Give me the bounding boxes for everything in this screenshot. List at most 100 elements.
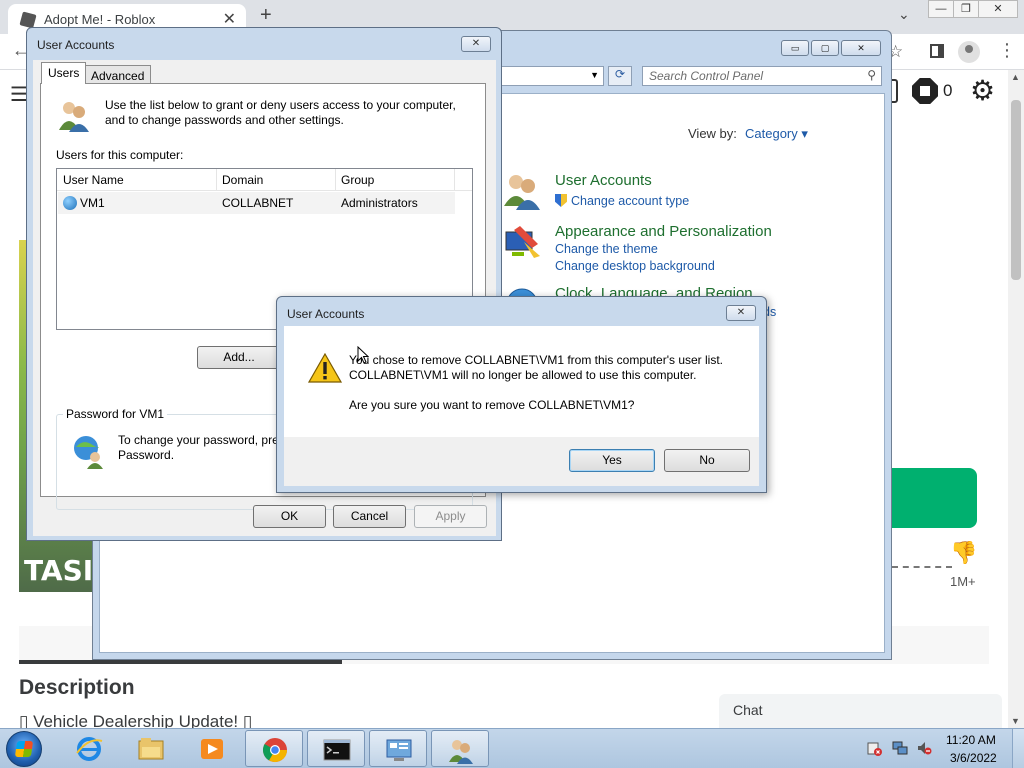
view-by-dropdown[interactable]: Category ▾ <box>745 126 808 142</box>
mouse-cursor-icon <box>357 346 369 364</box>
taskbar-chrome[interactable] <box>245 730 303 767</box>
side-panel-icon[interactable] <box>930 44 944 58</box>
robux-count[interactable]: 0 <box>943 81 952 101</box>
chat-panel[interactable]: Chat <box>719 694 1002 730</box>
control-panel-window-buttons: ▭ ▢ ✕ <box>779 40 881 56</box>
folder-icon <box>138 738 164 760</box>
view-by-label: View by: <box>688 126 737 141</box>
maximize-button[interactable]: ▢ <box>811 40 839 56</box>
link-change-theme[interactable]: Change the theme <box>555 242 658 256</box>
tray-network-icon[interactable] <box>892 740 908 756</box>
show-desktop-button[interactable] <box>1012 729 1024 768</box>
clock-time[interactable]: 11:20 AM <box>946 733 996 747</box>
clock-date[interactable]: 3/6/2022 <box>950 751 997 765</box>
dislike-icon[interactable]: 👎 <box>950 540 977 566</box>
taskbar-control-panel[interactable] <box>369 730 427 767</box>
password-instructions: To change your password, pre Password. <box>118 433 279 462</box>
link-change-account-type[interactable]: Change account type <box>555 194 689 208</box>
link-change-desktop-background[interactable]: Change desktop background <box>555 259 715 273</box>
intro-text: Use the list below to grant or deny user… <box>105 98 456 127</box>
scroll-down-arrow-icon[interactable]: ▼ <box>1011 716 1020 726</box>
users-icon <box>59 102 89 132</box>
category-user-accounts[interactable]: User Accounts <box>555 172 652 189</box>
page-scrollbar[interactable]: ▲ ▼ <box>1008 70 1024 728</box>
confirm-message-line-1: You chose to remove COLLABNET\VM1 from t… <box>349 353 723 367</box>
search-input[interactable]: Search Control Panel ⚲ <box>642 66 882 86</box>
confirm-remove-dialog: User Accounts ✕ You chose to remove COLL… <box>276 296 767 493</box>
password-group-label: Password for VM1 <box>63 407 168 421</box>
browser-close-button[interactable]: ✕ <box>978 0 1018 18</box>
active-tab-underline <box>19 660 342 664</box>
dialog-close-button[interactable]: ✕ <box>461 36 491 52</box>
ok-button[interactable]: OK <box>253 505 326 528</box>
scrollbar-thumb[interactable] <box>1011 100 1021 280</box>
user-globe-icon <box>74 436 103 469</box>
taskbar-internet-explorer[interactable] <box>60 730 118 767</box>
group-cell: Administrators <box>341 196 418 210</box>
confirm-dialog-title: User Accounts <box>287 307 365 321</box>
no-button[interactable]: No <box>664 449 750 472</box>
dialog-title: User Accounts <box>37 38 115 52</box>
add-user-button[interactable]: Add... <box>197 346 281 369</box>
user-accounts-icon <box>449 740 473 764</box>
user-accounts-category-icon[interactable] <box>502 170 542 210</box>
chrome-icon <box>262 738 287 763</box>
internet-explorer-icon <box>76 737 103 761</box>
domain-user-icon <box>63 196 77 210</box>
command-prompt-icon <box>323 739 351 761</box>
robux-icon[interactable] <box>912 78 938 104</box>
refresh-button[interactable]: ⟳ <box>608 66 632 86</box>
new-tab-button[interactable]: + <box>260 4 272 27</box>
users-list-header: User Name Domain Group <box>57 169 472 191</box>
tray-action-center-icon[interactable] <box>866 740 882 756</box>
tray-volume-muted-icon[interactable] <box>916 740 932 756</box>
column-header-user-name[interactable]: User Name <box>57 169 217 191</box>
control-panel-icon <box>386 739 412 761</box>
taskbar-media-player[interactable] <box>183 730 241 767</box>
start-button[interactable] <box>6 731 42 767</box>
settings-gear-icon[interactable]: ⚙ <box>970 74 995 107</box>
browser-restore-button[interactable]: ❐ <box>953 0 979 18</box>
description-heading: Description <box>19 676 135 699</box>
column-header-group[interactable]: Group <box>335 169 455 191</box>
scroll-up-arrow-icon[interactable]: ▲ <box>1011 72 1020 82</box>
tab-search-icon[interactable]: ⌄ <box>898 6 910 23</box>
column-header-domain[interactable]: Domain <box>216 169 336 191</box>
confirm-client-area: You chose to remove COLLABNET\VM1 from t… <box>284 326 759 486</box>
browser-tab-title: Adopt Me! - Roblox <box>44 12 156 27</box>
cancel-button[interactable]: Cancel <box>333 505 406 528</box>
tab-users[interactable]: Users <box>41 62 87 84</box>
browser-menu-icon[interactable]: ⋮ <box>998 40 1016 61</box>
game-thumbnail-caption: TASI <box>24 554 94 587</box>
confirm-close-button[interactable]: ✕ <box>726 305 756 321</box>
dislike-count: 1M+ <box>950 574 976 589</box>
profile-avatar-icon[interactable] <box>958 41 980 63</box>
confirm-question: Are you sure you want to remove COLLABNE… <box>349 398 635 412</box>
tab-advanced[interactable]: Advanced <box>84 65 152 85</box>
table-row[interactable]: VM1 COLLABNET Administrators <box>58 192 455 214</box>
address-bar[interactable]: ▼ <box>498 66 604 86</box>
uac-shield-icon <box>555 194 567 207</box>
close-button[interactable]: ✕ <box>841 40 881 56</box>
user-name-cell: VM1 <box>63 196 105 210</box>
minimize-button[interactable]: ▭ <box>781 40 809 56</box>
close-tab-icon[interactable]: ✕ <box>223 9 236 29</box>
address-dropdown-icon[interactable]: ▼ <box>590 70 599 80</box>
confirm-message-area: You chose to remove COLLABNET\VM1 from t… <box>284 326 759 437</box>
category-appearance[interactable]: Appearance and Personalization <box>555 223 772 240</box>
appearance-category-icon[interactable] <box>502 222 542 262</box>
warning-icon <box>308 353 342 383</box>
search-icon[interactable]: ⚲ <box>867 68 876 82</box>
taskbar-file-explorer[interactable] <box>122 730 180 767</box>
play-button[interactable] <box>888 468 977 528</box>
vote-bar <box>892 566 952 568</box>
taskbar-command-prompt[interactable] <box>307 730 365 767</box>
media-player-icon <box>201 739 223 759</box>
apply-button[interactable]: Apply <box>414 505 487 528</box>
roblox-favicon-icon <box>19 11 37 29</box>
browser-minimize-button[interactable]: — <box>928 0 954 18</box>
taskbar-user-accounts[interactable] <box>431 730 489 767</box>
yes-button[interactable]: Yes <box>569 449 655 472</box>
confirm-message-line-2: COLLABNET\VM1 will no longer be allowed … <box>349 368 697 382</box>
users-list-label: Users for this computer: <box>56 148 184 162</box>
